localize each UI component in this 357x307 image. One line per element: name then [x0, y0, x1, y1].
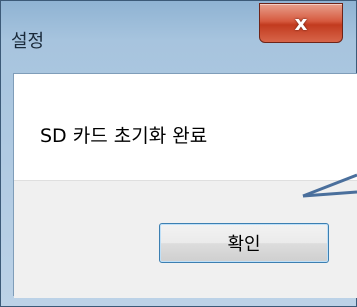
- dialog-title: 설정: [11, 31, 45, 52]
- button-area: 확인: [14, 180, 357, 298]
- dialog-window: 설정 x SD 카드 초기화 완료 확인: [0, 0, 357, 307]
- dialog-body: SD 카드 초기화 완료 확인: [13, 73, 357, 298]
- message-text: SD 카드 초기화 완료: [40, 125, 208, 147]
- close-button[interactable]: x: [259, 3, 343, 43]
- ok-button[interactable]: 확인: [159, 223, 329, 263]
- title-bar[interactable]: 설정 x: [1, 1, 357, 73]
- close-icon: x: [294, 11, 308, 35]
